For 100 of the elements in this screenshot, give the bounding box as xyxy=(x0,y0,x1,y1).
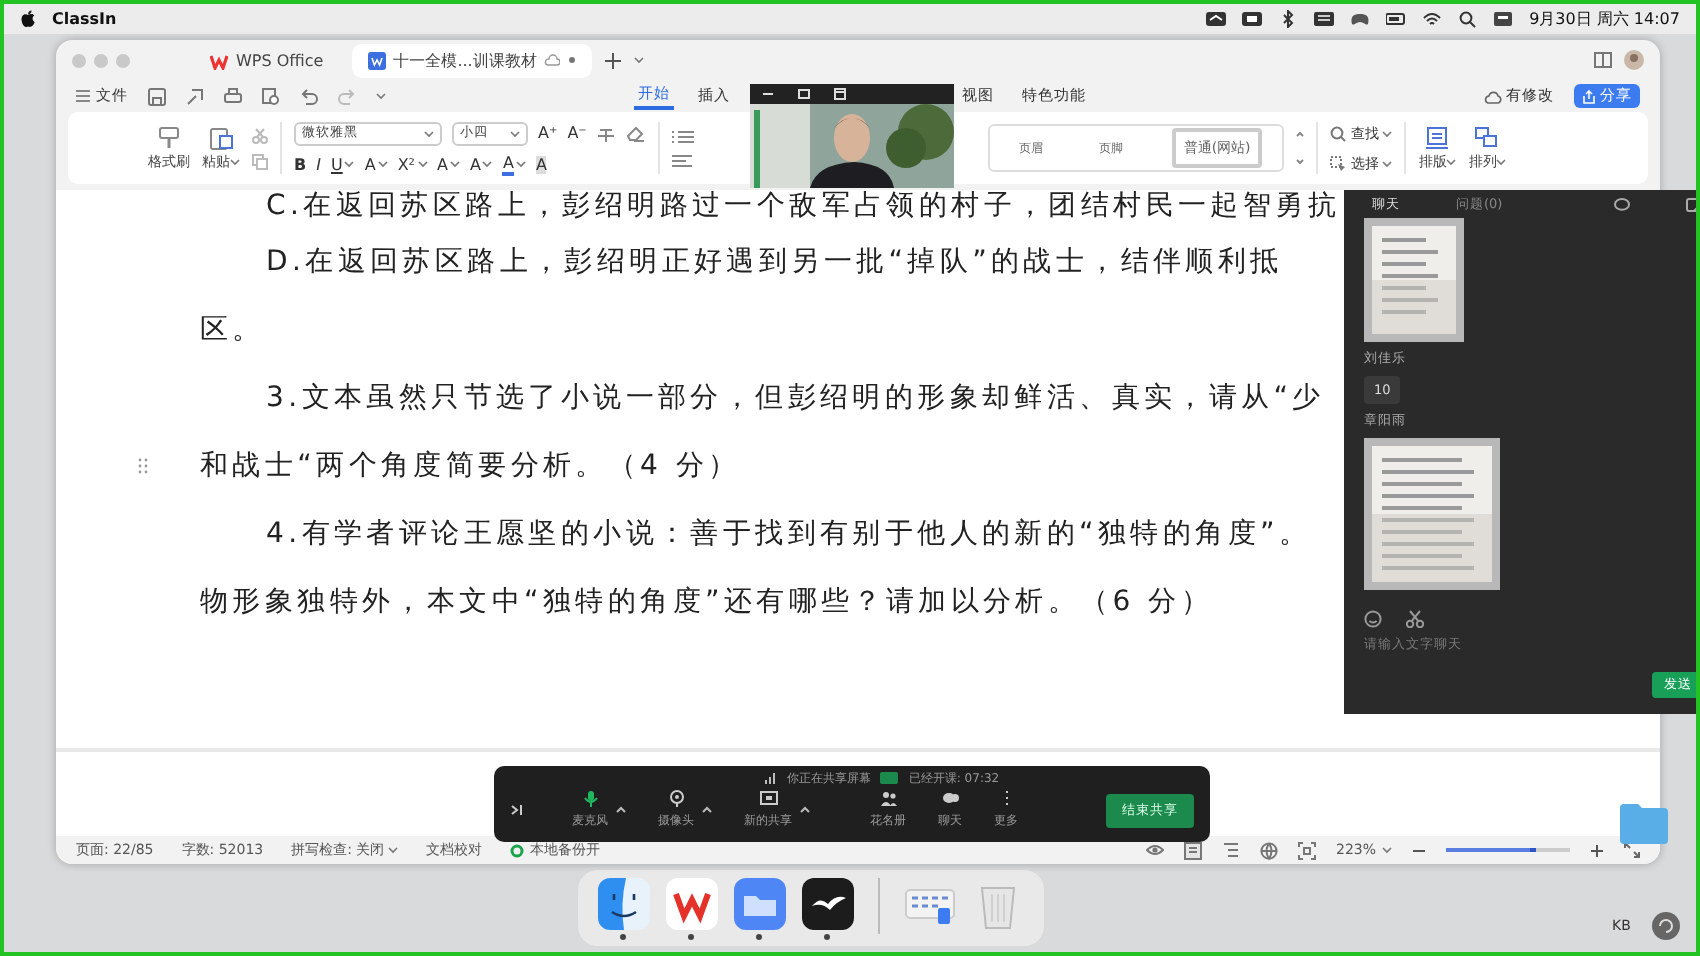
collapse-icon[interactable] xyxy=(510,804,524,816)
scissors-icon[interactable] xyxy=(1406,610,1424,628)
unsaved-dot-icon xyxy=(568,56,577,64)
caret-icon xyxy=(1446,157,1457,165)
caret-icon xyxy=(1382,129,1393,137)
document-text: C.在返回苏区路上，彭绍明路过一个敌军占领的村子，团结村民一起智勇抗 xyxy=(266,188,1341,226)
speech-bubble-icon[interactable] xyxy=(1614,198,1631,212)
document-text: D.在返回苏区路上，彭绍明正好遇到另一批“掉队”的战士，结伴顺利抵 xyxy=(266,244,1283,282)
caret-icon xyxy=(376,92,386,100)
document-text: 3.文本虽然只节选了小说一部分，但彭绍明的形象却鲜活、真实，请从“少 xyxy=(266,380,1325,418)
note-icon[interactable] xyxy=(1686,198,1696,212)
print-icon[interactable] xyxy=(224,87,242,105)
wifi-icon xyxy=(1421,10,1442,28)
control-center-icon xyxy=(1493,10,1514,28)
page-view-icon[interactable] xyxy=(1183,841,1202,859)
format-button[interactable]: A xyxy=(535,155,547,173)
cloud-icon xyxy=(1484,89,1502,103)
emoji-icon[interactable] xyxy=(1364,610,1382,628)
format-button[interactable]: A xyxy=(469,155,493,173)
people-icon xyxy=(879,790,897,808)
monitor-icon xyxy=(759,790,777,808)
bullet-list-icon[interactable] xyxy=(672,129,697,143)
search-icon xyxy=(1457,10,1478,28)
bird-app-icon[interactable] xyxy=(801,878,853,930)
maximize-icon[interactable] xyxy=(834,88,846,100)
window-tab[interactable]: 十一全模...训课教材 xyxy=(351,43,593,77)
brush-icon xyxy=(156,125,182,149)
text-layout-icon xyxy=(1424,125,1451,149)
zigzag-logo-icon xyxy=(210,51,228,69)
align-left-icon[interactable] xyxy=(672,153,697,167)
scroll-arrows-icon[interactable] xyxy=(1296,130,1305,166)
zoom-in-icon[interactable] xyxy=(1590,843,1604,857)
status-ring-icon xyxy=(510,843,525,857)
status-icon xyxy=(1205,10,1226,28)
caret-icon xyxy=(230,157,240,165)
caret-icon xyxy=(1382,846,1392,854)
export-icon[interactable] xyxy=(186,87,204,105)
cloud-icon xyxy=(544,54,561,66)
caret-icon xyxy=(1496,157,1507,165)
document-text: 物形象独特外，本文中“独特的角度”还有哪些？请加以分析。（6 分） xyxy=(200,584,1213,622)
globe-icon[interactable] xyxy=(1259,841,1278,859)
apple-icon xyxy=(20,10,36,28)
add-tab-icon[interactable] xyxy=(604,51,623,69)
share-icon xyxy=(1582,89,1596,103)
split-face-app-icon[interactable] xyxy=(597,878,649,930)
minimize-icon[interactable] xyxy=(762,88,774,100)
microphone-icon xyxy=(581,790,599,808)
document-icon xyxy=(367,51,386,69)
restore-icon[interactable] xyxy=(798,88,810,100)
folder-icon[interactable] xyxy=(1620,804,1668,844)
fit-width-icon[interactable] xyxy=(1297,841,1316,859)
class-timer-icon xyxy=(880,772,899,784)
format-button[interactable]: A xyxy=(364,155,388,173)
caret-up-icon[interactable] xyxy=(616,806,626,814)
fullscreen-icon[interactable] xyxy=(1624,842,1640,858)
clipboard-icon xyxy=(208,125,234,149)
format-button[interactable]: A xyxy=(502,153,526,175)
save-icon[interactable] xyxy=(148,87,166,105)
caret-icon xyxy=(1382,159,1393,167)
eraser-icon[interactable] xyxy=(626,124,647,142)
outline-icon[interactable] xyxy=(1221,841,1240,859)
undo-icon[interactable] xyxy=(300,87,318,105)
caret-up-icon[interactable] xyxy=(800,806,810,814)
document-text: 和战士“两个角度简要分析。（4 分） xyxy=(200,448,741,486)
format-button[interactable]: A xyxy=(437,155,460,173)
arrange-icon xyxy=(1474,125,1501,149)
avatar-icon[interactable] xyxy=(1624,50,1644,70)
zigzag-app-icon[interactable] xyxy=(665,878,717,930)
font-size-button[interactable]: A⁺ xyxy=(538,124,558,142)
font-size-button[interactable]: A⁻ xyxy=(567,124,587,142)
search-icon xyxy=(1330,125,1347,141)
format-button[interactable]: U xyxy=(330,155,355,173)
eye-icon[interactable] xyxy=(1145,841,1164,859)
folder-app-icon[interactable] xyxy=(733,878,785,930)
round-button-icon[interactable] xyxy=(1652,912,1680,940)
drag-handle-icon[interactable] xyxy=(138,458,148,474)
chat-bubbles-icon xyxy=(941,790,959,808)
panel-icon[interactable] xyxy=(1594,52,1612,68)
window-tab[interactable]: WPS Office xyxy=(194,45,340,75)
caret-icon xyxy=(634,56,645,64)
caret-icon xyxy=(424,129,434,137)
format-button[interactable]: X² xyxy=(397,155,427,173)
status-icon xyxy=(1241,10,1262,28)
signal-icon xyxy=(764,772,777,784)
keyboard-icon xyxy=(1313,10,1334,28)
app-name[interactable]: ClassIn xyxy=(52,10,117,28)
pointer-icon xyxy=(1330,155,1347,171)
preview-icon[interactable] xyxy=(262,87,280,105)
caret-up-icon[interactable] xyxy=(702,806,712,814)
menu-icon[interactable] xyxy=(76,90,90,102)
caret-icon xyxy=(388,846,399,854)
document-text: 区。 xyxy=(200,312,265,350)
format-button[interactable]: B xyxy=(294,155,307,173)
format-button[interactable]: I xyxy=(316,155,321,173)
battery-icon xyxy=(1385,10,1406,28)
document-text: 4.有学者评论王愿坚的小说：善于找到有别于他人的新的“独特的角度”。 xyxy=(266,516,1312,554)
caret-icon xyxy=(510,129,520,137)
menubar-clock[interactable]: 9月30日 周六 14:07 xyxy=(1529,8,1680,30)
bluetooth-icon xyxy=(1277,10,1298,28)
phonetic-icon[interactable] xyxy=(596,124,617,142)
